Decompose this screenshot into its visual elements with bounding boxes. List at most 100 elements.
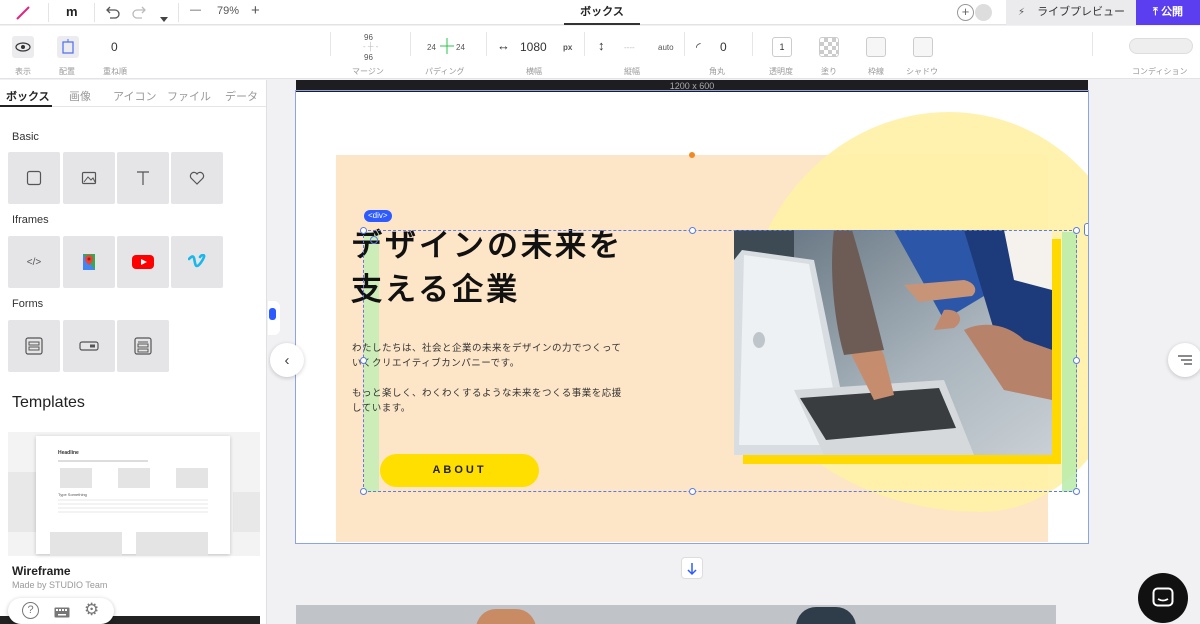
form-layout-icon bbox=[134, 337, 152, 355]
icon-element-tile[interactable] bbox=[171, 152, 223, 204]
opacity-label: 透明度 bbox=[769, 67, 793, 76]
tab-file[interactable]: ファイル bbox=[167, 88, 211, 104]
top-toolbar: m — 79% + ボックス + ⚡ ライブプレビュー ⤒ 公開 bbox=[0, 0, 1200, 25]
zoom-out-button[interactable]: — bbox=[190, 4, 201, 16]
live-preview-button[interactable]: ⚡ ライブプレビュー bbox=[1006, 0, 1136, 25]
border-swatch[interactable] bbox=[866, 37, 886, 57]
next-section-preview[interactable] bbox=[296, 605, 1056, 624]
layers-list-icon bbox=[1178, 355, 1192, 365]
lightning-icon: ⚡ bbox=[1018, 7, 1026, 18]
publish-label: 公開 bbox=[1160, 6, 1183, 18]
height-label: 縦幅 bbox=[624, 67, 640, 76]
support-chat-button[interactable] bbox=[1138, 573, 1188, 623]
left-handle-icon[interactable] bbox=[268, 301, 280, 335]
display-label: 表示 bbox=[15, 67, 31, 76]
undo-icon[interactable] bbox=[104, 5, 120, 24]
avatar[interactable] bbox=[975, 4, 992, 21]
stack-order-value[interactable]: 0 bbox=[111, 40, 118, 54]
padding-left-value[interactable]: 24 bbox=[427, 43, 436, 52]
input-field-icon bbox=[79, 341, 99, 351]
padding-right-value[interactable]: 24 bbox=[456, 43, 465, 52]
google-maps-tile[interactable] bbox=[63, 236, 115, 288]
pen-tool-icon[interactable] bbox=[14, 4, 32, 22]
template-author: Made by STUDIO Team bbox=[12, 580, 108, 590]
left-panel: ボックス 画像 アイコン ファイル データ Basic Iframes </> … bbox=[0, 80, 267, 624]
opacity-input[interactable]: 1 bbox=[772, 37, 792, 57]
design-canvas[interactable]: 1200 x 600 デザインの未来を 支える企業 わたしたちは、社会と企業の未… bbox=[268, 80, 1200, 624]
tab-data[interactable]: データ bbox=[225, 88, 258, 104]
resize-handle-bc[interactable] bbox=[689, 488, 696, 495]
chat-icon bbox=[1152, 587, 1174, 607]
tab-image[interactable]: 画像 bbox=[69, 88, 91, 104]
image-element-tile[interactable] bbox=[63, 152, 115, 204]
section-forms: Forms bbox=[12, 298, 44, 310]
expand-chevron-icon[interactable]: › bbox=[1084, 223, 1088, 236]
text-element-tile[interactable] bbox=[117, 152, 169, 204]
template-card-wireframe[interactable]: Headline Type Something bbox=[36, 436, 230, 556]
form-tile-3[interactable] bbox=[117, 320, 169, 372]
shadow-swatch[interactable] bbox=[913, 37, 933, 57]
corner-radius-icon: ◜ bbox=[696, 40, 701, 54]
layers-panel-button[interactable] bbox=[1168, 343, 1200, 377]
height-unit[interactable]: auto bbox=[658, 43, 674, 52]
publish-button[interactable]: ⤒ 公開 bbox=[1136, 0, 1200, 25]
help-icon[interactable]: ? bbox=[22, 602, 39, 619]
document-tab[interactable]: ボックス bbox=[564, 0, 640, 25]
shadow-label: シャドウ bbox=[906, 67, 938, 76]
resize-handle-bl[interactable] bbox=[360, 488, 367, 495]
tab-box[interactable]: ボックス bbox=[6, 88, 50, 104]
resize-handle-ml[interactable] bbox=[360, 357, 367, 364]
youtube-icon bbox=[132, 255, 154, 269]
page-section[interactable]: デザインの未来を 支える企業 わたしたちは、社会と企業の未来をデザインの力でつく… bbox=[296, 92, 1088, 544]
embed-code-tile[interactable]: </> bbox=[8, 236, 60, 288]
rotate-handle-icon[interactable] bbox=[370, 236, 378, 244]
width-unit[interactable]: px bbox=[563, 43, 572, 52]
padding-cross-icon bbox=[440, 38, 454, 59]
margin-bottom-value[interactable]: 96 bbox=[364, 53, 373, 62]
condition-toggle[interactable] bbox=[1129, 38, 1193, 54]
app-logo[interactable]: m bbox=[66, 4, 78, 19]
add-collaborator-icon[interactable]: + bbox=[957, 4, 974, 21]
height-arrow-icon: ↕ bbox=[598, 38, 605, 53]
corner-radius-label: 角丸 bbox=[709, 67, 725, 76]
resize-handle-mr[interactable] bbox=[1073, 357, 1080, 364]
collapse-panel-button[interactable]: ‹ bbox=[270, 343, 304, 377]
redo-icon[interactable] bbox=[132, 5, 148, 24]
align-icon[interactable] bbox=[57, 36, 79, 58]
form-icon bbox=[25, 337, 43, 355]
resize-handle-tr[interactable] bbox=[1073, 227, 1080, 234]
fill-swatch[interactable] bbox=[819, 37, 839, 57]
margin-top-value[interactable]: 96 bbox=[364, 33, 373, 42]
resize-handle-br[interactable] bbox=[1073, 488, 1080, 495]
fill-label: 塗り bbox=[821, 67, 837, 76]
eye-icon[interactable] bbox=[12, 36, 34, 58]
keyboard-icon[interactable] bbox=[54, 605, 70, 623]
height-value[interactable]: ---- bbox=[624, 43, 635, 52]
section-basic: Basic bbox=[12, 131, 39, 143]
live-preview-label: ライブプレビュー bbox=[1037, 6, 1126, 18]
tab-icon[interactable]: アイコン bbox=[113, 88, 156, 104]
vimeo-tile[interactable] bbox=[171, 236, 223, 288]
template-preview-headline: Headline bbox=[58, 450, 79, 456]
zoom-level[interactable]: 79% bbox=[217, 5, 239, 17]
form-tile-1[interactable] bbox=[8, 320, 60, 372]
border-label: 枠線 bbox=[868, 67, 884, 76]
element-tag-badge[interactable]: <div> bbox=[364, 210, 392, 222]
width-value[interactable]: 1080 bbox=[520, 40, 547, 54]
youtube-tile[interactable] bbox=[117, 236, 169, 288]
help-toolbar: ? ⚙ bbox=[8, 598, 114, 624]
square-icon bbox=[26, 170, 42, 186]
form-tile-2[interactable] bbox=[63, 320, 115, 372]
box-element-tile[interactable] bbox=[8, 152, 60, 204]
settings-gear-icon[interactable]: ⚙ bbox=[84, 601, 99, 619]
condition-label: コンディション bbox=[1132, 67, 1188, 76]
canvas-size-label: 1200 x 600 bbox=[296, 80, 1088, 92]
margin-cross: - ┼ - bbox=[363, 42, 379, 51]
resize-handle-tl[interactable] bbox=[360, 227, 367, 234]
section-iframes: Iframes bbox=[12, 214, 49, 226]
resize-handle-tc[interactable] bbox=[689, 227, 696, 234]
add-section-button[interactable] bbox=[681, 557, 703, 579]
zoom-in-button[interactable]: + bbox=[251, 2, 260, 19]
corner-radius-value[interactable]: 0 bbox=[720, 40, 727, 54]
template-preview-item-label: Type Something bbox=[58, 492, 87, 497]
